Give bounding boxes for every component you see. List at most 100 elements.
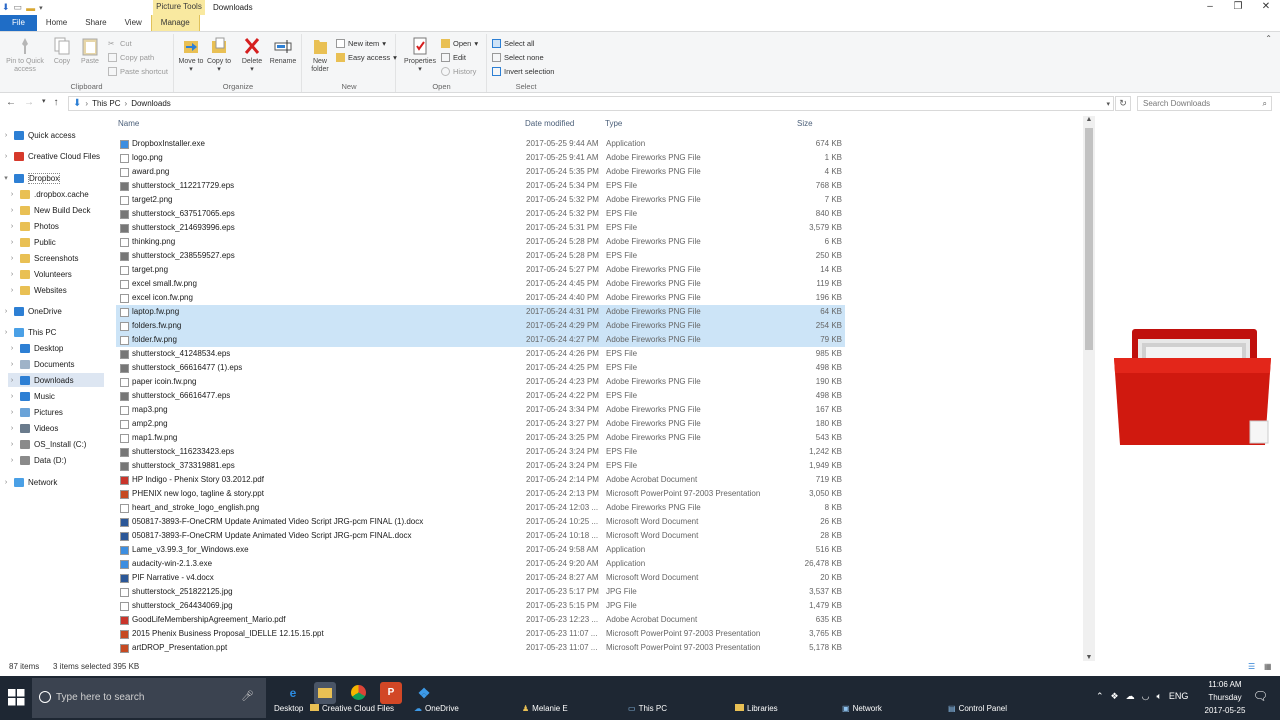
- delete-button[interactable]: Delete ▾: [239, 36, 265, 74]
- nav-item[interactable]: › Music: [8, 389, 55, 403]
- wifi-icon[interactable]: ◡: [1142, 691, 1150, 702]
- nav-item[interactable]: › Volunteers: [8, 267, 72, 281]
- refresh-button[interactable]: ↻: [1115, 96, 1131, 111]
- expand-chevron-icon[interactable]: ›: [8, 441, 16, 448]
- taskbar-item-this-pc[interactable]: ▭ This PC: [628, 704, 667, 713]
- expand-chevron-icon[interactable]: ›: [8, 393, 16, 400]
- tab-file[interactable]: File: [0, 15, 37, 31]
- expand-chevron-icon[interactable]: ›: [8, 361, 16, 368]
- pin-to-quick-access-button[interactable]: Pin to Quick access: [3, 36, 47, 74]
- maximize-button[interactable]: ❐: [1224, 0, 1252, 15]
- file-row[interactable]: 2015 Phenix Business Proposal_IDELLE 12.…: [116, 627, 845, 641]
- windows-start-icon[interactable]: [8, 689, 25, 706]
- taskbar-item-onedrive[interactable]: ☁ OneDrive: [414, 704, 459, 713]
- file-row[interactable]: shutterstock_373319881.eps 2017-05-24 3:2…: [116, 459, 845, 473]
- expand-chevron-icon[interactable]: ›: [8, 255, 16, 262]
- file-row[interactable]: GoodLifeMembershipAgreement_Mario.pdf 201…: [116, 613, 845, 627]
- paste-shortcut-button[interactable]: Paste shortcut: [108, 67, 168, 76]
- close-button[interactable]: ✕: [1252, 0, 1280, 15]
- copy-path-button[interactable]: Copy path: [108, 53, 154, 62]
- powerpoint-icon[interactable]: P: [380, 682, 402, 704]
- expand-chevron-icon[interactable]: ›: [8, 287, 16, 294]
- expand-chevron-icon[interactable]: ›: [8, 345, 16, 352]
- file-row[interactable]: PHENIX new logo, tagline & story.ppt 2017…: [116, 487, 845, 501]
- taskbar-item-melanie[interactable]: ♟ Melanie E: [522, 704, 568, 713]
- dropbox-taskbar-icon[interactable]: ❖: [413, 682, 435, 704]
- expand-chevron-icon[interactable]: ›: [2, 132, 10, 139]
- details-view-icon[interactable]: ☰: [1248, 662, 1255, 671]
- microphone-icon[interactable]: 🎤︎: [241, 691, 254, 702]
- file-row[interactable]: artDROP_Presentation.ppt 2017-05-23 11:07…: [116, 641, 845, 655]
- tab-share[interactable]: Share: [76, 15, 115, 31]
- file-row[interactable]: shutterstock_41248534.eps 2017-05-24 4:26…: [116, 347, 845, 361]
- breadcrumb-this-pc[interactable]: This PC: [92, 99, 120, 108]
- nav-item[interactable]: ▾ Dropbox: [2, 171, 61, 185]
- file-row[interactable]: award.png 2017-05-24 5:35 PM Adobe Firewor…: [116, 165, 845, 179]
- chevron-down-icon[interactable]: ▾: [39, 4, 43, 12]
- nav-item[interactable]: › OneDrive: [2, 304, 62, 318]
- file-row[interactable]: map1.fw.png 2017-05-24 3:25 PM Adobe Firew…: [116, 431, 845, 445]
- tab-home[interactable]: Home: [37, 15, 76, 31]
- expand-chevron-icon[interactable]: ›: [2, 153, 10, 160]
- column-header-date-modified[interactable]: Date modified: [525, 116, 574, 132]
- expand-chevron-icon[interactable]: ›: [8, 425, 16, 432]
- file-row[interactable]: shutterstock_264434069.jpg 2017-05-23 5:1…: [116, 599, 845, 613]
- breadcrumb-downloads[interactable]: Downloads: [131, 99, 171, 108]
- nav-item[interactable]: › Quick access: [2, 128, 76, 142]
- nav-item[interactable]: › Public: [8, 235, 56, 249]
- file-row[interactable]: laptop.fw.png 2017-05-24 4:31 PM Adobe Fir…: [116, 305, 845, 319]
- chrome-icon[interactable]: [347, 682, 369, 704]
- new-folder-icon[interactable]: ▬: [26, 3, 35, 13]
- expand-chevron-icon[interactable]: ›: [8, 223, 16, 230]
- nav-item[interactable]: › This PC: [2, 325, 56, 339]
- history-button[interactable]: History: [441, 67, 476, 76]
- nav-item[interactable]: › Data (D:): [8, 453, 66, 467]
- nav-item[interactable]: › Creative Cloud Files: [2, 149, 100, 163]
- nav-item[interactable]: › New Build Deck: [8, 203, 90, 217]
- nav-item[interactable]: › OS_Install (C:): [8, 437, 86, 451]
- cut-button[interactable]: ✂ Cut: [108, 39, 132, 48]
- cloud-tray-icon[interactable]: ☁: [1126, 691, 1135, 702]
- nav-item[interactable]: › Downloads: [8, 373, 104, 387]
- file-row[interactable]: shutterstock_238559527.eps 2017-05-24 5:2…: [116, 249, 845, 263]
- file-row[interactable]: shutterstock_66616477 (1).eps 2017-05-24 …: [116, 361, 845, 375]
- clock[interactable]: 11:06 AM Thursday 2017-05-25: [1200, 678, 1250, 717]
- expand-chevron-icon[interactable]: ›: [8, 191, 16, 198]
- column-header-type[interactable]: Type: [605, 116, 622, 132]
- file-row[interactable]: shutterstock_116233423.eps 2017-05-24 3:2…: [116, 445, 845, 459]
- nav-item[interactable]: › Videos: [8, 421, 58, 435]
- paste-button[interactable]: Paste: [78, 36, 102, 66]
- nav-item[interactable]: › .dropbox.cache: [8, 187, 89, 201]
- file-row[interactable]: DropboxInstaller.exe 2017-05-25 9:44 AM Ap…: [116, 137, 845, 151]
- file-row[interactable]: excel icon.fw.png 2017-05-24 4:40 PM Adobe…: [116, 291, 845, 305]
- dropbox-tray-icon[interactable]: ❖: [1111, 691, 1119, 702]
- taskbar-item-network[interactable]: ▣ Network: [842, 704, 882, 713]
- nav-item[interactable]: › Photos: [8, 219, 59, 233]
- expand-chevron-icon[interactable]: ▾: [2, 174, 10, 182]
- file-row[interactable]: shutterstock_251822125.jpg 2017-05-23 5:1…: [116, 585, 845, 599]
- file-row[interactable]: shutterstock_66616477.eps 2017-05-24 4:22…: [116, 389, 845, 403]
- file-row[interactable]: map3.png 2017-05-24 3:34 PM Adobe Firework…: [116, 403, 845, 417]
- taskbar-search-box[interactable]: Type here to search 🎤︎: [32, 678, 266, 718]
- rename-button[interactable]: Rename: [268, 36, 298, 66]
- expand-chevron-icon[interactable]: ›: [8, 271, 16, 278]
- file-row[interactable]: heart_and_stroke_logo_english.png 2017-05…: [116, 501, 845, 515]
- input-language[interactable]: ENG: [1169, 691, 1189, 702]
- file-row[interactable]: target2.png 2017-05-24 5:32 PM Adobe Firew…: [116, 193, 845, 207]
- tab-manage[interactable]: Manage: [150, 15, 200, 31]
- taskbar-item-libraries[interactable]: Libraries: [735, 704, 778, 713]
- expand-chevron-icon[interactable]: ›: [8, 239, 16, 246]
- file-row[interactable]: HP Indigo - Phenix Story 03.2012.pdf 2017…: [116, 473, 845, 487]
- file-row[interactable]: Lame_v3.99.3_for_Windows.exe 2017-05-24 9…: [116, 543, 845, 557]
- file-row[interactable]: target.png 2017-05-24 5:27 PM Adobe Firewo…: [116, 263, 845, 277]
- address-bar[interactable]: ⬇ › This PC › Downloads ▾: [68, 96, 1114, 111]
- nav-item[interactable]: › Screenshots: [8, 251, 78, 265]
- nav-item[interactable]: › Pictures: [8, 405, 63, 419]
- copy-to-button[interactable]: Copy to ▾: [206, 36, 232, 74]
- nav-item[interactable]: › Network: [2, 475, 57, 489]
- file-row[interactable]: paper icoin.fw.png 2017-05-24 4:23 PM Adob…: [116, 375, 845, 389]
- vertical-scrollbar[interactable]: ▲ ▼: [1083, 116, 1095, 661]
- file-row[interactable]: folder.fw.png 2017-05-24 4:27 PM Adobe Fir…: [116, 333, 845, 347]
- taskbar-item-desktop[interactable]: Desktop: [274, 704, 303, 713]
- expand-chevron-icon[interactable]: ›: [8, 457, 16, 464]
